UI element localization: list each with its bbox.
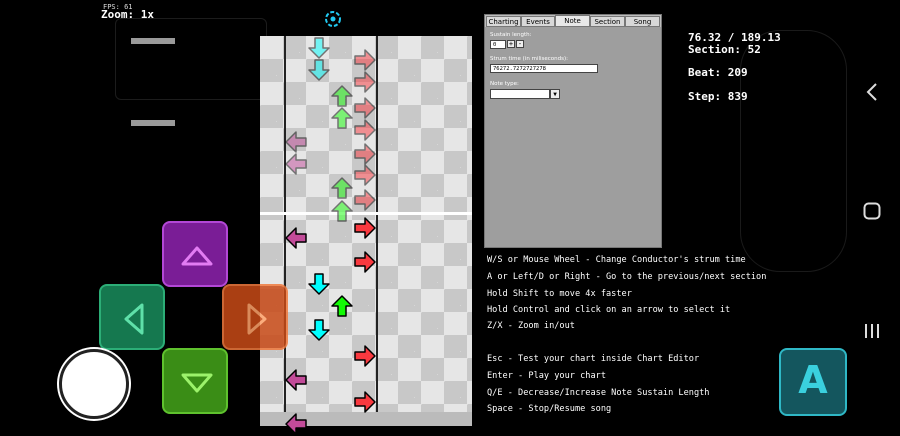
note-left-arrow[interactable] bbox=[284, 152, 308, 176]
a-button[interactable]: A bbox=[779, 348, 847, 416]
help-line: Hold Control and click on an arrow to se… bbox=[487, 305, 731, 315]
note-type-dropdown[interactable] bbox=[490, 89, 550, 99]
character-watermark bbox=[740, 30, 847, 272]
health-bar-bottom bbox=[131, 120, 175, 126]
sustain-increase-button[interactable]: + bbox=[507, 40, 515, 48]
beat-counter: Beat: 209 bbox=[688, 66, 748, 79]
pad-right-button[interactable] bbox=[222, 284, 288, 350]
pad-up-button[interactable] bbox=[162, 221, 228, 287]
note-right-arrow[interactable] bbox=[353, 118, 377, 142]
tab-charting[interactable]: Charting bbox=[486, 16, 521, 27]
note-right-arrow[interactable] bbox=[353, 216, 377, 240]
strum-time-label: Strum time (in miliseconds): bbox=[490, 56, 569, 62]
help-line: Q/E - Decrease/Increase Note Sustain Len… bbox=[487, 388, 710, 398]
help-line: Space - Stop/Resume song bbox=[487, 404, 612, 414]
note-down-arrow[interactable] bbox=[307, 318, 331, 342]
strum-time-input[interactable]: 76272.7272727278 bbox=[490, 64, 598, 73]
note-right-arrow[interactable] bbox=[353, 188, 377, 212]
note-right-arrow[interactable] bbox=[353, 390, 377, 414]
note-left-arrow[interactable] bbox=[284, 226, 308, 250]
tab-song[interactable]: Song bbox=[625, 16, 660, 27]
section-line bbox=[260, 212, 472, 215]
step-counter: Step: 839 bbox=[688, 90, 748, 103]
editor-panel: Charting Events Note Section Song Sustai… bbox=[484, 14, 662, 248]
help-line: A or Left/D or Right - Go to the previou… bbox=[487, 272, 767, 282]
note-left-arrow[interactable] bbox=[284, 368, 308, 392]
note-up-arrow[interactable] bbox=[330, 176, 354, 200]
note-left-arrow[interactable] bbox=[284, 130, 308, 154]
note-type-label: Note type: bbox=[490, 81, 519, 87]
note-up-arrow[interactable] bbox=[330, 294, 354, 318]
help-line: Hold Shift to move 4x faster bbox=[487, 289, 632, 299]
note-right-arrow[interactable] bbox=[353, 344, 377, 368]
sustain-label: Sustain length: bbox=[490, 32, 532, 38]
note-right-arrow[interactable] bbox=[353, 48, 377, 72]
help-line: W/S or Mouse Wheel - Change Conductor's … bbox=[487, 255, 746, 265]
section-counter: Section: 52 bbox=[688, 43, 761, 56]
three-bars-icon[interactable] bbox=[863, 322, 881, 344]
note-down-arrow[interactable] bbox=[307, 58, 331, 82]
note-down-arrow[interactable] bbox=[307, 272, 331, 296]
note-right-arrow[interactable] bbox=[353, 96, 377, 120]
note-up-arrow[interactable] bbox=[330, 199, 354, 223]
logo-watermark bbox=[115, 18, 267, 100]
note-tab-content: Sustain length: 0 + - Strum time (in mil… bbox=[485, 27, 661, 247]
chevron-left-icon[interactable] bbox=[864, 82, 880, 106]
health-bar-top bbox=[131, 38, 175, 44]
note-right-arrow[interactable] bbox=[353, 70, 377, 94]
note-right-arrow[interactable] bbox=[353, 250, 377, 274]
help-line: Esc - Test your chart inside Chart Edito… bbox=[487, 354, 700, 364]
health-icon bbox=[322, 9, 344, 29]
note-down-arrow[interactable] bbox=[307, 36, 331, 60]
tab-section[interactable]: Section bbox=[590, 16, 625, 27]
help-line: Z/X - Zoom in/out bbox=[487, 321, 575, 331]
note-up-arrow[interactable] bbox=[330, 84, 354, 108]
pad-left-button[interactable] bbox=[99, 284, 165, 350]
chevron-down-icon[interactable]: ▼ bbox=[550, 89, 560, 99]
help-line: Enter - Play your chart bbox=[487, 371, 606, 381]
note-left-arrow[interactable] bbox=[284, 412, 308, 436]
note-up-arrow[interactable] bbox=[330, 106, 354, 130]
tab-events[interactable]: Events bbox=[521, 16, 555, 27]
sustain-decrease-button[interactable]: - bbox=[516, 40, 524, 48]
pad-down-button[interactable] bbox=[162, 348, 228, 414]
sustain-input[interactable]: 0 bbox=[490, 40, 506, 49]
a-button-label: A bbox=[798, 358, 828, 402]
tab-note[interactable]: Note bbox=[555, 15, 590, 27]
square-icon[interactable] bbox=[863, 202, 881, 224]
note-right-arrow[interactable] bbox=[353, 163, 377, 187]
touch-circle-button[interactable] bbox=[59, 349, 129, 419]
